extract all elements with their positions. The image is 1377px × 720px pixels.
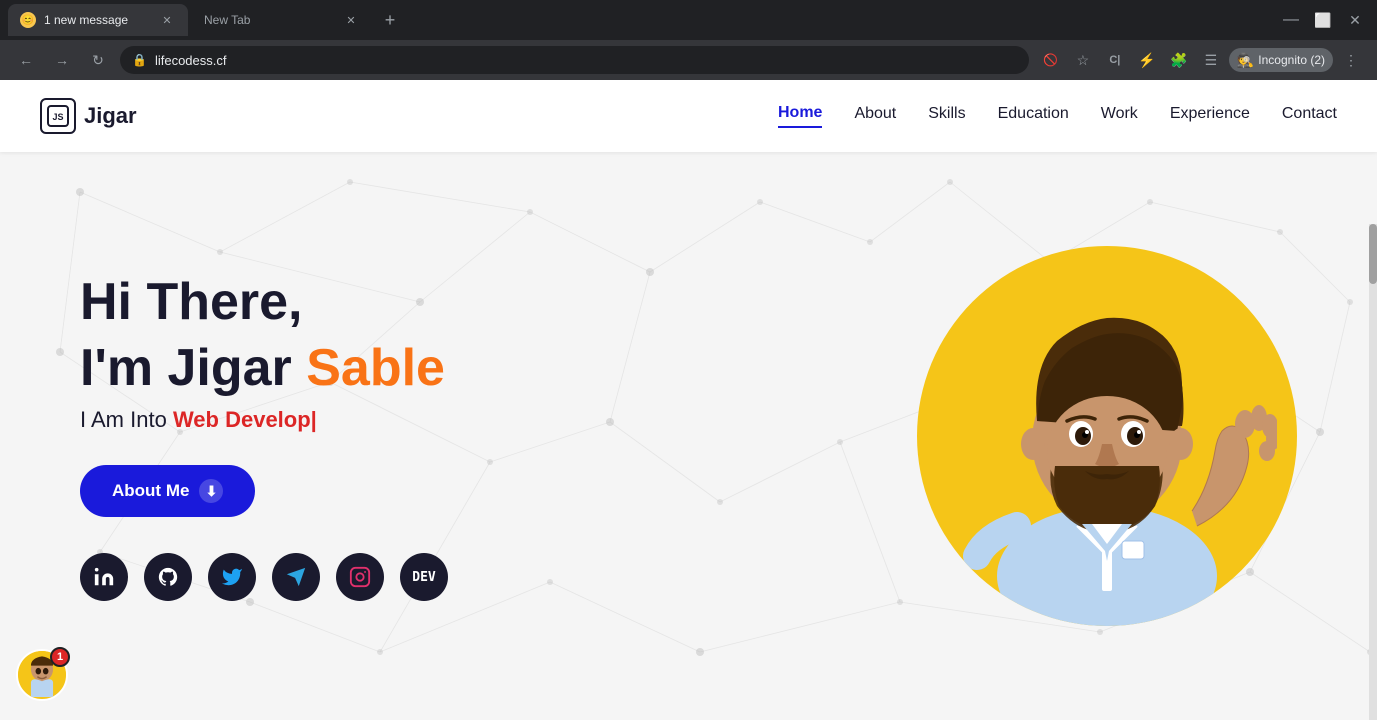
navbar: JS Jigar Home About Skills Education Wor… (0, 80, 1377, 152)
about-me-label: About Me (112, 481, 189, 501)
star-icon[interactable]: ☆ (1069, 46, 1097, 74)
close-button[interactable]: ✕ (1341, 6, 1369, 34)
hero-subtitle: I Am Into Web Develop| (80, 407, 837, 433)
hero-subtitle-highlight: Web Develop| (173, 407, 317, 432)
about-me-button[interactable]: About Me ⬇ (80, 465, 255, 517)
url-text: lifecodess.cf (155, 53, 227, 68)
dev-icon[interactable]: DEV (400, 553, 448, 601)
browser-window: 😊 1 new message ✕ New Tab ✕ + — ⬜ ✕ ← → … (0, 0, 1377, 720)
avatar-figure (937, 266, 1277, 626)
twitter-icon[interactable] (208, 553, 256, 601)
tab-favicon-1: 😊 (20, 12, 36, 28)
chat-notification[interactable]: 1 (16, 649, 68, 704)
hero-name-prefix: I'm Jigar (80, 339, 306, 397)
new-tab-button[interactable]: + (376, 6, 404, 34)
playlist-icon[interactable]: ☰ (1197, 46, 1225, 74)
nav-contact[interactable]: Contact (1282, 105, 1337, 127)
browser-tools: 🚫 ☆ C| ⚡ 🧩 ☰ 🕵️ Incognito (2) ⋮ (1037, 46, 1365, 74)
scrollbar-thumb[interactable] (1369, 224, 1377, 284)
logo-area: JS Jigar (40, 98, 137, 134)
hero-name-line: I'm Jigar Sable (80, 337, 837, 399)
logo-text: Jigar (84, 103, 137, 129)
hero-name-highlight: Sable (306, 339, 445, 397)
hero-subtitle-prefix: I Am Into (80, 407, 173, 432)
tab-close-1[interactable]: ✕ (158, 11, 176, 29)
no-track-icon[interactable]: 🚫 (1037, 46, 1065, 74)
hero-section: Hi There, I'm Jigar Sable I Am Into Web … (0, 152, 1377, 720)
tab-close-2[interactable]: ✕ (342, 11, 360, 29)
lock-icon: 🔒 (132, 53, 147, 67)
incognito-badge: 🕵️ Incognito (2) (1229, 48, 1333, 72)
c-extension-icon[interactable]: C| (1101, 46, 1129, 74)
social-icons: DEV (80, 553, 837, 601)
tab-2[interactable]: New Tab ✕ (192, 4, 372, 36)
linkedin-icon[interactable] (80, 553, 128, 601)
refresh-button[interactable]: ↻ (84, 46, 112, 74)
nav-about[interactable]: About (854, 105, 896, 127)
chat-badge: 1 (50, 647, 70, 667)
tab-title-1: 1 new message (44, 13, 150, 27)
lightning-icon[interactable]: ⚡ (1133, 46, 1161, 74)
nav-work[interactable]: Work (1101, 105, 1138, 127)
address-bar: ← → ↻ 🔒 lifecodess.cf 🚫 ☆ C| ⚡ 🧩 ☰ 🕵️ In… (0, 40, 1377, 80)
website-content: JS Jigar Home About Skills Education Wor… (0, 80, 1377, 720)
maximize-button[interactable]: ⬜ (1309, 6, 1337, 34)
nav-experience[interactable]: Experience (1170, 105, 1250, 127)
nav-skills[interactable]: Skills (928, 105, 965, 127)
hero-content: Hi There, I'm Jigar Sable I Am Into Web … (80, 271, 837, 602)
back-button[interactable]: ← (12, 46, 40, 74)
nav-home[interactable]: Home (778, 104, 822, 128)
svg-text:JS: JS (52, 112, 63, 122)
tab-1[interactable]: 😊 1 new message ✕ (8, 4, 188, 36)
about-me-arrow-icon: ⬇ (199, 479, 223, 503)
tab-title-2: New Tab (204, 13, 334, 27)
hero-greeting: Hi There, (80, 271, 837, 333)
incognito-count: Incognito (2) (1258, 53, 1325, 67)
nav-links: Home About Skills Education Work Experie… (778, 104, 1337, 128)
forward-button[interactable]: → (48, 46, 76, 74)
puzzle-icon[interactable]: 🧩 (1165, 46, 1193, 74)
incognito-avatar: 🕵️ (1237, 52, 1254, 69)
hero-avatar (917, 246, 1297, 626)
more-options-button[interactable]: ⋮ (1337, 46, 1365, 74)
tab-bar: 😊 1 new message ✕ New Tab ✕ + — ⬜ ✕ (0, 0, 1377, 40)
minimize-button[interactable]: — (1277, 6, 1305, 34)
scrollbar[interactable] (1369, 224, 1377, 720)
instagram-icon[interactable] (336, 553, 384, 601)
url-bar[interactable]: 🔒 lifecodess.cf (120, 46, 1029, 74)
logo-icon: JS (40, 98, 76, 134)
telegram-icon[interactable] (272, 553, 320, 601)
github-icon[interactable] (144, 553, 192, 601)
nav-education[interactable]: Education (998, 105, 1069, 127)
avatar-circle (917, 246, 1297, 626)
